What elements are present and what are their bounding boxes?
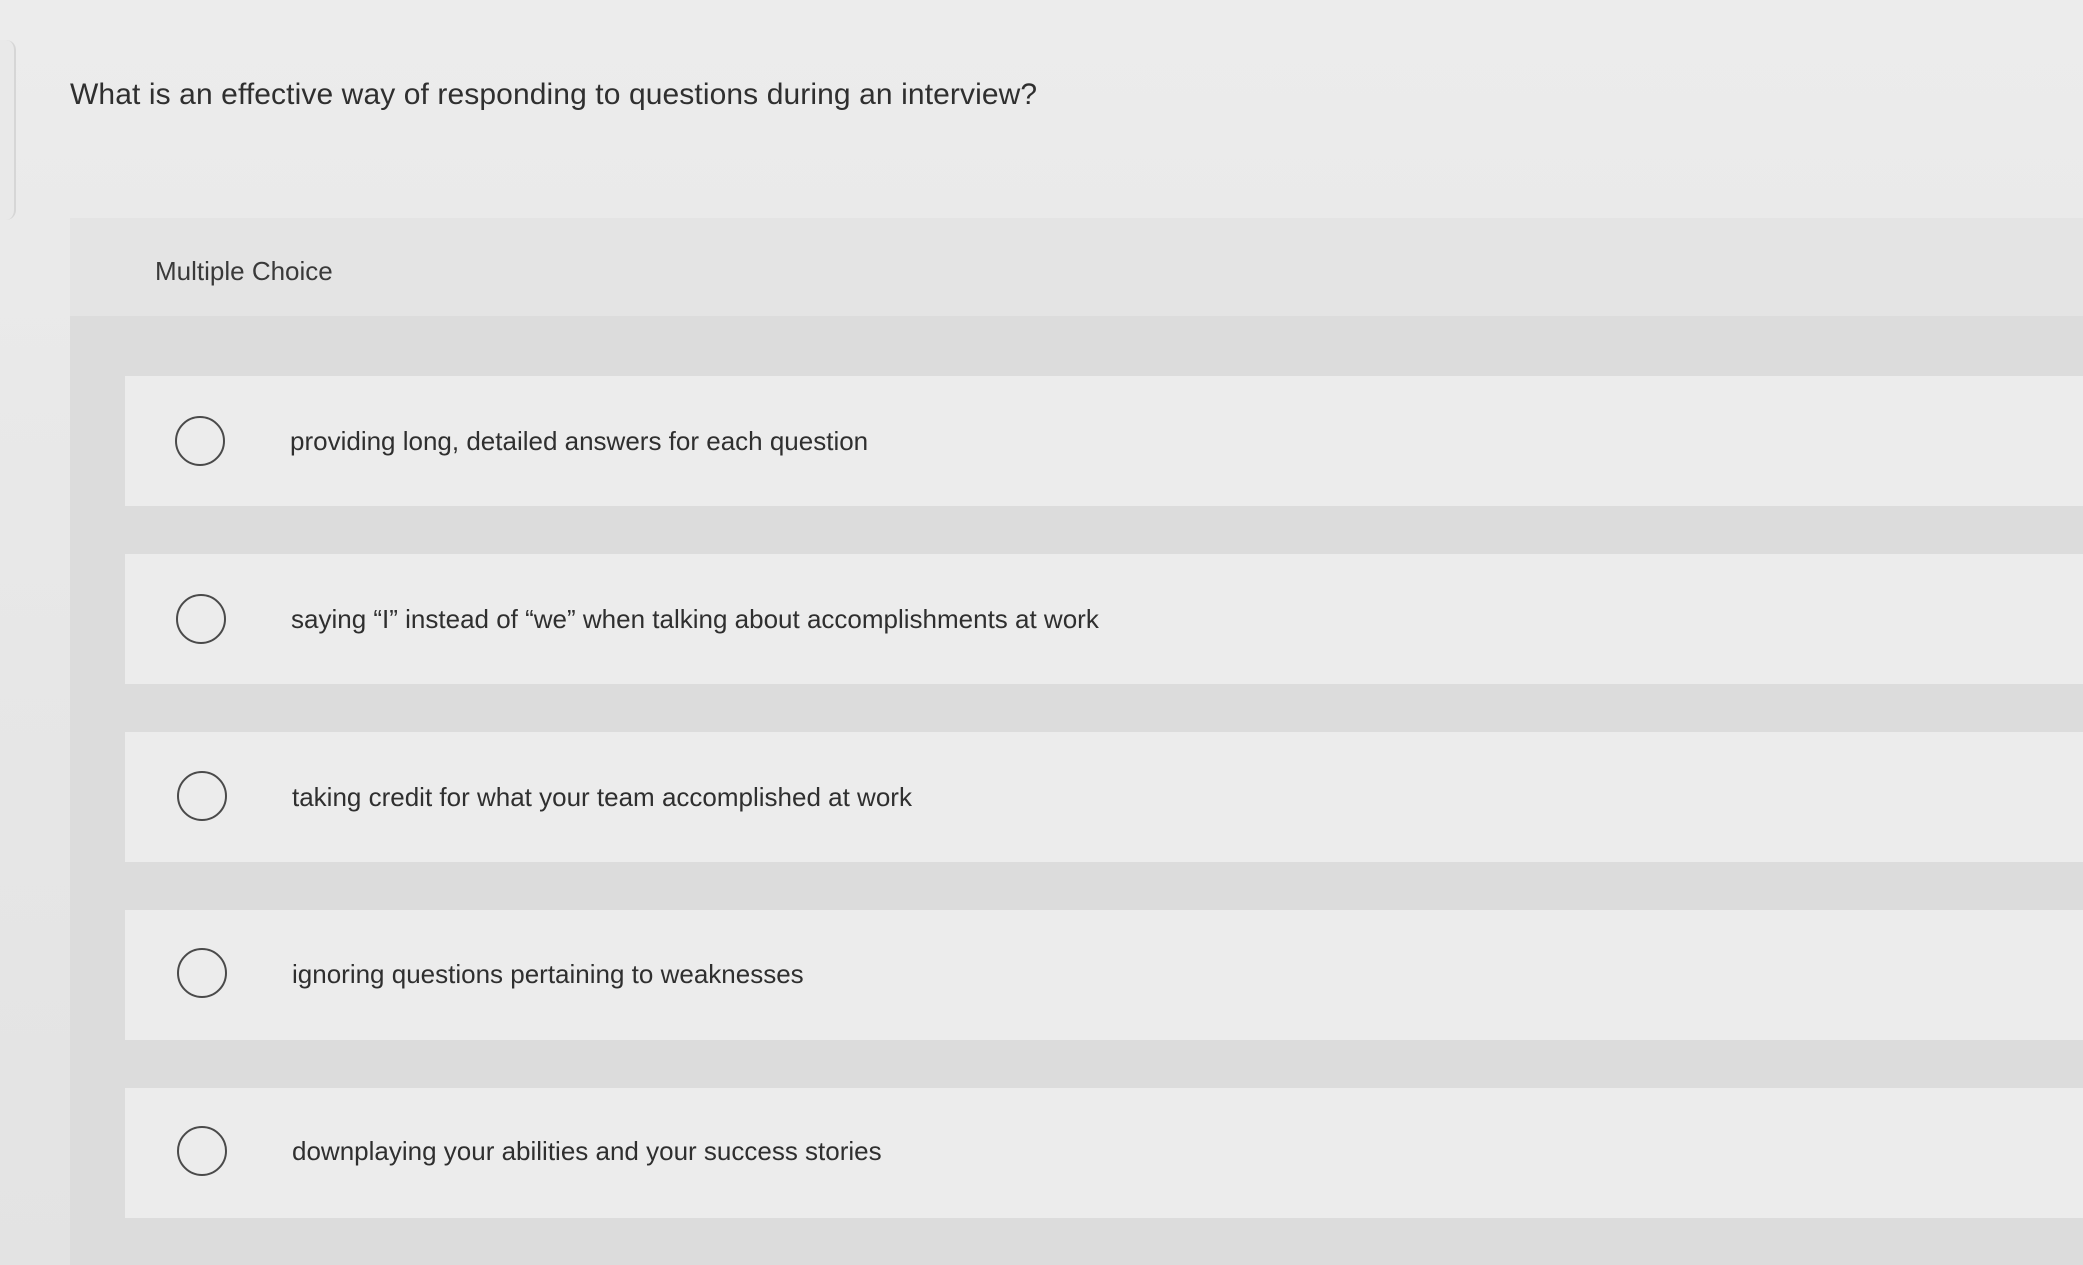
radio-button-icon[interactable]	[177, 1126, 227, 1176]
choice-option-5[interactable]: downplaying your abilities and your succ…	[125, 1088, 2083, 1218]
left-edge-panel	[0, 40, 16, 220]
multiple-choice-panel: Multiple Choice providing long, detailed…	[70, 218, 2083, 1265]
choice-label: downplaying your abilities and your succ…	[292, 1136, 882, 1166]
multiple-choice-label: Multiple Choice	[155, 256, 333, 286]
choice-option-2[interactable]: saying “I” instead of “we” when talking …	[125, 554, 2083, 684]
choice-label: saying “I” instead of “we” when talking …	[291, 604, 1099, 634]
radio-button-icon[interactable]	[177, 948, 227, 998]
choice-option-3[interactable]: taking credit for what your team accompl…	[125, 732, 2083, 862]
radio-button-icon[interactable]	[175, 416, 225, 466]
choice-option-4[interactable]: ignoring questions pertaining to weaknes…	[125, 910, 2083, 1040]
choice-label: taking credit for what your team accompl…	[292, 782, 912, 812]
page: What is an effective way of responding t…	[0, 0, 2083, 1265]
choice-option-1[interactable]: providing long, detailed answers for eac…	[125, 376, 2083, 506]
question-text: What is an effective way of responding t…	[70, 78, 1038, 111]
radio-button-icon[interactable]	[177, 771, 227, 821]
choice-label: providing long, detailed answers for eac…	[290, 426, 869, 456]
radio-button-icon[interactable]	[176, 594, 226, 644]
choice-label: ignoring questions pertaining to weaknes…	[292, 959, 804, 989]
multiple-choice-header: Multiple Choice	[70, 218, 2083, 316]
